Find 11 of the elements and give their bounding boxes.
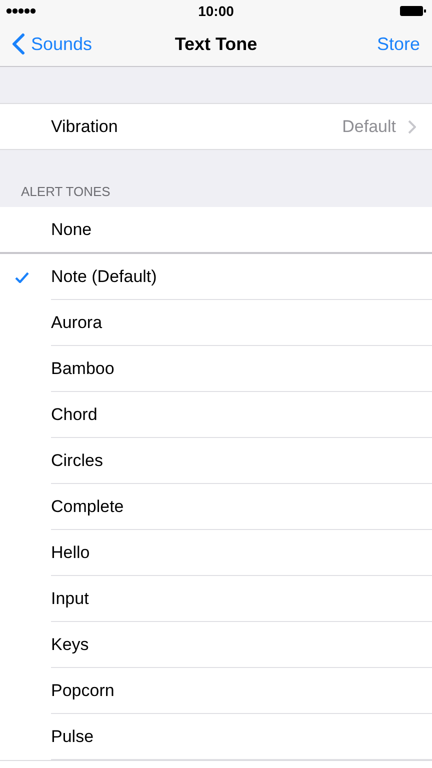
chevron-right-icon [408,120,416,134]
back-chevron-icon [12,33,25,55]
section-header: ALERT TONES [21,184,110,199]
status-time: 10:00 [197,3,235,19]
vibration-label: Vibration [51,116,119,136]
checkmark-icon [14,272,28,282]
signal-strength-icon [6,8,36,14]
page-title: Text Tone [174,34,258,54]
battery-icon [400,6,426,16]
vibration-value: Default [342,116,396,136]
tone-label: None [51,220,92,240]
